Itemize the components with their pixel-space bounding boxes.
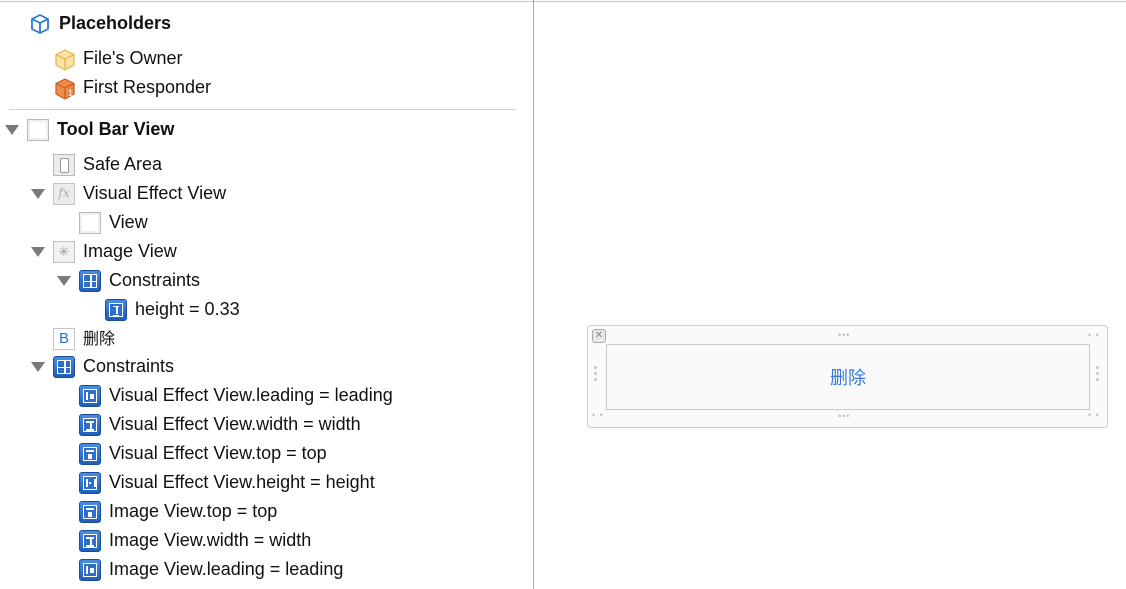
outline-item-constraint[interactable]: Visual Effect View.width = width: [79, 410, 361, 439]
constraints-icon: [53, 355, 75, 378]
files-owner-cube-icon: [53, 48, 75, 71]
delete-button-label: 删除: [83, 329, 116, 348]
outline-item-constraint[interactable]: Visual Effect View.top = top: [79, 439, 327, 468]
tool-bar-view-scene[interactable]: ✕ ••• ••• • • • • • • 删除: [587, 325, 1108, 428]
document-outline[interactable]: Placeholders File's Owner 1 First Respon…: [0, 0, 534, 589]
resize-handle-left[interactable]: [594, 366, 597, 384]
outline-item-safe-area[interactable]: Safe Area: [53, 150, 162, 179]
files-owner-label: File's Owner: [83, 48, 183, 68]
width-constraint-icon: [79, 413, 101, 436]
outline-item-constraint[interactable]: Visual Effect View.leading = leading: [79, 381, 393, 410]
outline-item-constraint[interactable]: Visual Effect View.height = height: [79, 468, 375, 497]
view-icon: [27, 118, 49, 141]
constraint-label: Image View.leading = leading: [109, 559, 344, 579]
disclosure-triangle-icon[interactable]: [57, 276, 71, 286]
height-constraint-icon: [105, 298, 127, 321]
resize-handle-top-right[interactable]: • •: [1088, 331, 1100, 340]
view-icon: [79, 211, 101, 234]
safe-area-icon: [53, 153, 75, 176]
disclosure-triangle-icon[interactable]: [31, 247, 45, 257]
leading-constraint-icon: [79, 558, 101, 581]
constraint-label: Visual Effect View.top = top: [109, 443, 327, 463]
resize-handle-bottom[interactable]: •••: [838, 412, 850, 421]
disclosure-triangle-icon[interactable]: [31, 189, 45, 199]
placeholders-label: Placeholders: [59, 13, 172, 33]
resize-handle-right[interactable]: [1096, 366, 1099, 384]
outline-item-constraint[interactable]: Image View.leading = leading: [79, 555, 343, 584]
top-constraint-icon: [79, 442, 101, 465]
outline-item-image-view[interactable]: ✳ Image View: [53, 237, 177, 266]
close-icon[interactable]: ✕: [592, 329, 606, 343]
constraints-icon: [79, 269, 101, 292]
safe-area-label: Safe Area: [83, 154, 163, 174]
resize-handle-bottom-left[interactable]: • •: [592, 411, 604, 420]
leading-constraint-icon: [79, 384, 101, 407]
resize-handle-bottom-right[interactable]: • •: [1088, 411, 1100, 420]
outline-item-height-constraint[interactable]: height = 0.33: [105, 295, 240, 324]
view-label: View: [109, 212, 148, 232]
first-responder-cube-icon: 1: [53, 77, 75, 100]
constraint-label: Image View.width = width: [109, 530, 312, 550]
visual-effect-view-label: Visual Effect View: [83, 183, 227, 203]
outline-separator: [9, 109, 516, 110]
resize-handle-top[interactable]: •••: [838, 331, 850, 340]
constraint-label: Image View.top = top: [109, 501, 278, 521]
button-icon: B: [53, 327, 75, 350]
image-view-icon: ✳: [53, 240, 75, 263]
height-constraint-label: height = 0.33: [135, 299, 240, 319]
constraint-label: Visual Effect View.width = width: [109, 414, 361, 434]
placeholders-cube-icon: [29, 13, 51, 35]
interface-builder-canvas[interactable]: ✕ ••• ••• • • • • • • 删除: [534, 0, 1126, 589]
outline-item-visual-effect-view[interactable]: fx Visual Effect View: [53, 179, 226, 208]
svg-text:1: 1: [68, 89, 73, 98]
top-constraint-icon: [79, 500, 101, 523]
outline-item-constraint[interactable]: Image View.top = top: [79, 497, 277, 526]
outline-item-files-owner[interactable]: File's Owner: [53, 44, 182, 73]
width-constraint-icon: [79, 529, 101, 552]
delete-button-title: 删除: [830, 368, 866, 389]
constraints-label: Constraints: [83, 356, 175, 376]
disclosure-triangle-icon[interactable]: [5, 125, 19, 135]
placeholders-header[interactable]: Placeholders: [29, 9, 171, 38]
first-responder-label: First Responder: [83, 77, 212, 97]
outline-item-delete-button[interactable]: B 删除: [53, 324, 115, 353]
outline-item-view[interactable]: View: [79, 208, 148, 237]
disclosure-triangle-icon[interactable]: [31, 362, 45, 372]
constraints-label: Constraints: [109, 270, 201, 290]
outline-item-first-responder[interactable]: 1 First Responder: [53, 73, 211, 102]
outline-item-constraints[interactable]: Constraints: [53, 352, 174, 381]
image-view-label: Image View: [83, 241, 177, 261]
outline-item-tool-bar-view[interactable]: Tool Bar View: [27, 115, 174, 144]
delete-button[interactable]: 删除: [606, 344, 1090, 410]
height-constraint-icon: [79, 471, 101, 494]
outline-item-constraints[interactable]: Constraints: [79, 266, 200, 295]
visual-effect-icon: fx: [53, 182, 75, 205]
constraint-label: Visual Effect View.leading = leading: [109, 385, 393, 405]
tool-bar-view-label: Tool Bar View: [57, 119, 175, 139]
outline-item-constraint[interactable]: Image View.width = width: [79, 526, 311, 555]
constraint-label: Visual Effect View.height = height: [109, 472, 375, 492]
